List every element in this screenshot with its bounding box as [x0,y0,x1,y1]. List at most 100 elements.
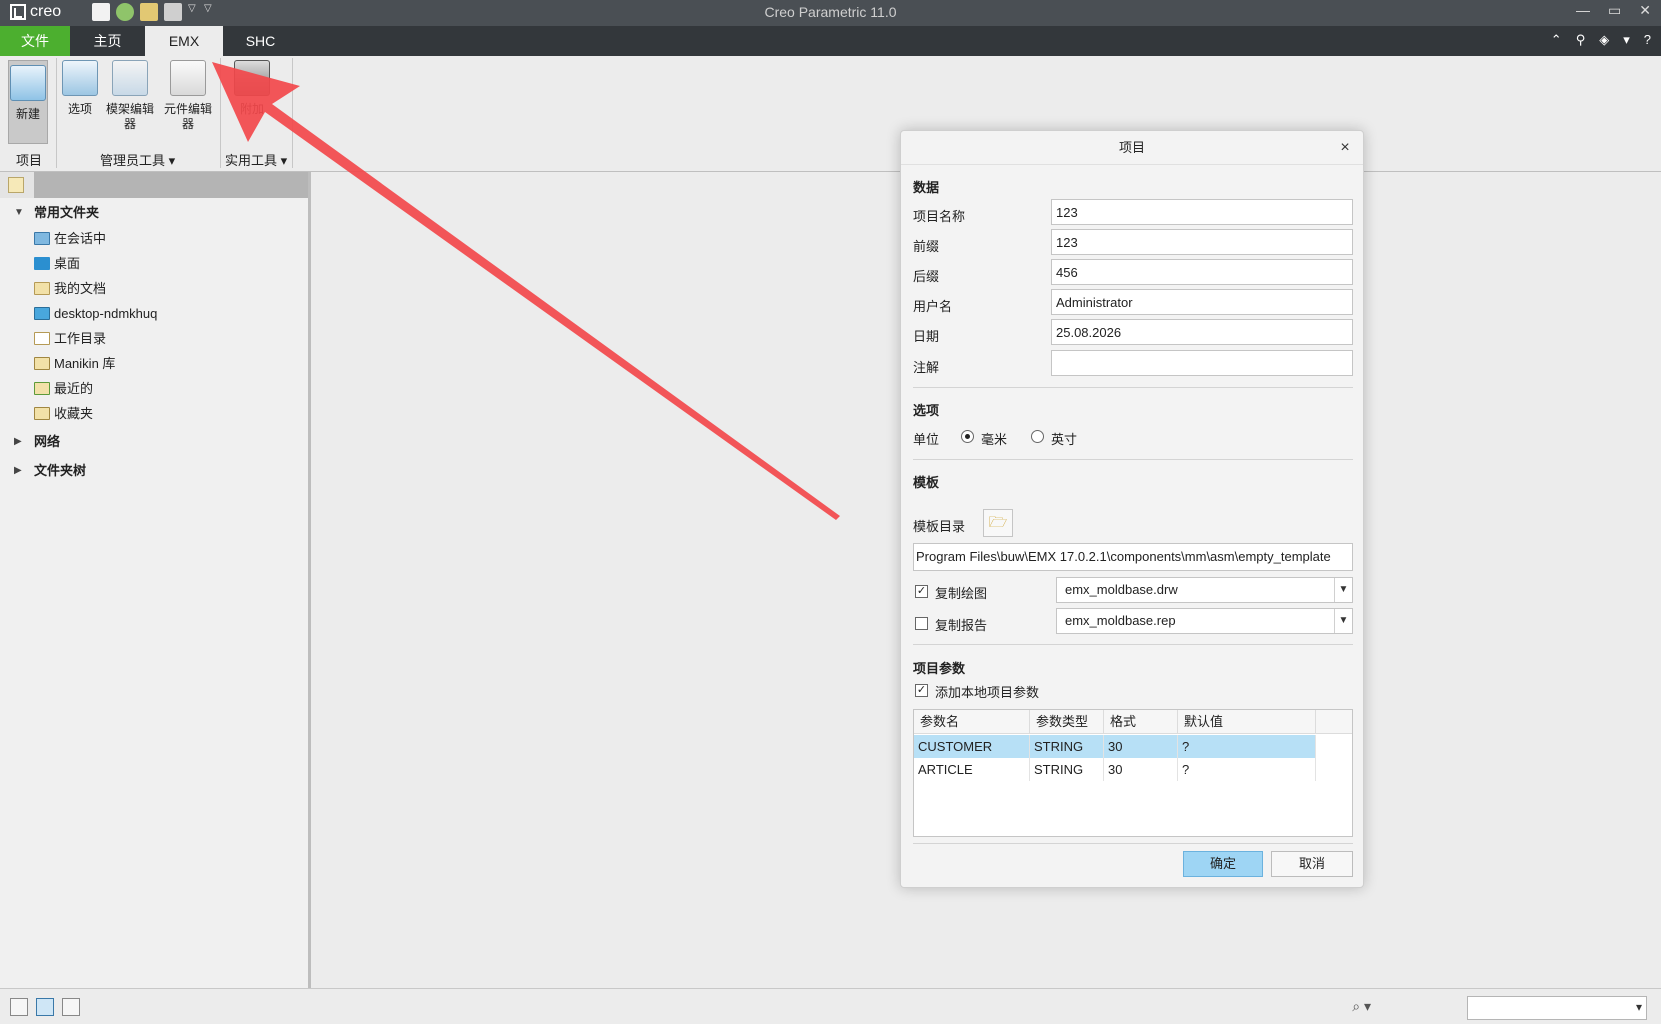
collapse-arrow-icon[interactable]: ▶ [14,431,22,453]
tab-file[interactable]: 文件 [0,26,70,56]
unit-inch-radio[interactable] [1031,430,1044,443]
collapse-arrow-icon[interactable]: ▶ [14,460,22,482]
tab-shc[interactable]: SHC [223,26,298,56]
ribbon-right-controls: ⌃ ⚲ ◈ ▾ ? [1551,32,1651,48]
status-bar: ⌕ ▾ [0,988,1661,1024]
copy-drawing-value: emx_moldbase.drw [1065,582,1178,597]
maximize-button[interactable]: ▭ [1608,2,1621,19]
chevron-down-icon[interactable]: ▼ [1334,609,1352,633]
navigator-header-bar [34,172,308,198]
suffix-input[interactable] [1051,259,1353,285]
add-local-params-label: 添加本地项目参数 [935,685,1040,700]
utility-button[interactable]: 附加 [226,60,278,117]
table-header-param-type[interactable]: 参数类型 [1030,710,1104,734]
folder-browser-icon[interactable] [8,177,24,193]
nav-item-favorites[interactable]: 收藏夹 [34,403,93,425]
params-table: 参数名 参数类型 格式 默认值 CUSTOMER STRING 30 ? ART… [913,709,1353,837]
table-cell: STRING [1030,758,1104,781]
component-editor-label: 元件编辑器 [163,102,212,131]
copy-drawing-label: 复制绘图 [935,586,988,601]
comment-input[interactable] [1051,350,1353,376]
divider [913,459,1353,460]
nav-item-label: 工作目录 [54,331,107,346]
unit-inch-label: 英寸 [1051,432,1078,447]
monitor-icon [34,232,50,245]
date-input[interactable] [1051,319,1353,345]
options-button[interactable]: 选项 [60,60,100,117]
nav-item-recent[interactable]: 最近的 [34,378,93,400]
comment-label: 注解 [913,360,940,375]
mold-editor-label: 模架编辑器 [105,102,154,131]
window-title: Creo Parametric 11.0 [764,4,897,20]
learning-icon[interactable]: ◈ [1599,32,1609,48]
browse-folder-button[interactable]: 🗁 [983,509,1013,537]
group-label-utility-tools[interactable]: 实用工具 ▾ [225,150,287,169]
mold-editor-button[interactable]: 模架编辑器 [102,60,158,132]
search-icon[interactable]: ⚲ [1576,32,1586,48]
table-cell: ? [1178,735,1316,758]
browser-toggle-icon[interactable] [36,998,54,1016]
recent-icon [34,382,50,395]
nav-item-my-documents[interactable]: 我的文档 [34,278,106,300]
library-icon [34,357,50,370]
copy-drawing-select[interactable]: emx_moldbase.drw ▼ [1056,577,1353,603]
nav-network[interactable]: ▶ 网络 [0,431,300,453]
prefix-input[interactable] [1051,229,1353,255]
table-header-param-name[interactable]: 参数名 [914,710,1030,734]
table-row[interactable]: CUSTOMER STRING 30 ? [914,735,1316,758]
unit-mm-radio[interactable] [961,430,974,443]
table-header-format[interactable]: 格式 [1104,710,1178,734]
cancel-button[interactable]: 取消 [1271,851,1353,877]
project-name-label: 项目名称 [913,209,966,224]
template-path-field[interactable]: Program Files\buw\EMX 17.0.2.1\component… [913,543,1353,571]
project-name-input[interactable] [1051,199,1353,225]
ribbon-separator [56,58,57,168]
new-project-button[interactable]: 新建 [8,60,48,144]
add-local-params-checkbox[interactable]: ✓ [915,684,928,697]
favorites-icon [34,407,50,420]
table-cell: CUSTOMER [914,735,1030,758]
ribbon-tab-bar: 文件 主页 EMX SHC ⌃ ⚲ ◈ ▾ ? [0,26,1661,56]
tab-home[interactable]: 主页 [70,26,145,56]
utility-tool-icon [234,60,270,96]
nav-item-label: Manikin 库 [54,356,116,371]
component-editor-button[interactable]: 元件编辑器 [160,60,216,132]
ok-button[interactable]: 确定 [1183,851,1263,877]
fullscreen-icon[interactable] [62,998,80,1016]
table-header-default[interactable]: 默认值 [1178,710,1316,734]
close-window-button[interactable]: ✕ [1639,2,1651,19]
help-icon[interactable]: ? [1644,32,1651,48]
nav-item-desktop[interactable]: 桌面 [34,253,80,275]
nav-item-manikin-library[interactable]: Manikin 库 [34,353,115,375]
nav-item-working-directory[interactable]: 工作目录 [34,328,106,350]
nav-item-in-session[interactable]: 在会话中 [34,228,106,250]
nav-common-folders[interactable]: ▼ 常用文件夹 [0,202,300,224]
divider [913,843,1353,844]
chevron-down-icon[interactable]: ▼ [1334,578,1352,602]
nav-folder-tree[interactable]: ▶ 文件夹树 [0,460,300,482]
dialog-close-button[interactable]: × [1335,131,1355,165]
find-icon[interactable]: ⌕ ▾ [1352,998,1371,1015]
collapse-ribbon-icon[interactable]: ⌃ [1551,32,1562,48]
table-row[interactable]: ARTICLE STRING 30 ? [914,758,1316,781]
nav-item-label: desktop-ndmkhuq [54,306,158,321]
table-cell: ARTICLE [914,758,1030,781]
unit-label: 单位 [913,432,940,447]
navigator-toggle-icon[interactable] [10,998,28,1016]
table-cell: ? [1178,758,1316,781]
filter-select[interactable] [1467,996,1647,1020]
copy-report-select[interactable]: emx_moldbase.rep ▼ [1056,608,1353,634]
group-label-admin-tools[interactable]: 管理员工具 ▾ [100,150,175,169]
minimize-button[interactable]: — [1576,2,1590,19]
dropdown-icon[interactable]: ▾ [1623,32,1630,48]
template-dir-label: 模板目录 [913,519,966,534]
copy-report-checkbox[interactable] [915,617,928,630]
tab-emx[interactable]: EMX [145,26,223,56]
utility-label: 附加 [239,102,264,116]
expand-arrow-icon[interactable]: ▼ [14,202,24,224]
username-input[interactable] [1051,289,1353,315]
new-project-icon [10,65,46,101]
copy-drawing-checkbox[interactable]: ✓ [915,585,928,598]
suffix-label: 后缀 [913,269,940,284]
nav-item-computer[interactable]: desktop-ndmkhuq [34,303,157,325]
